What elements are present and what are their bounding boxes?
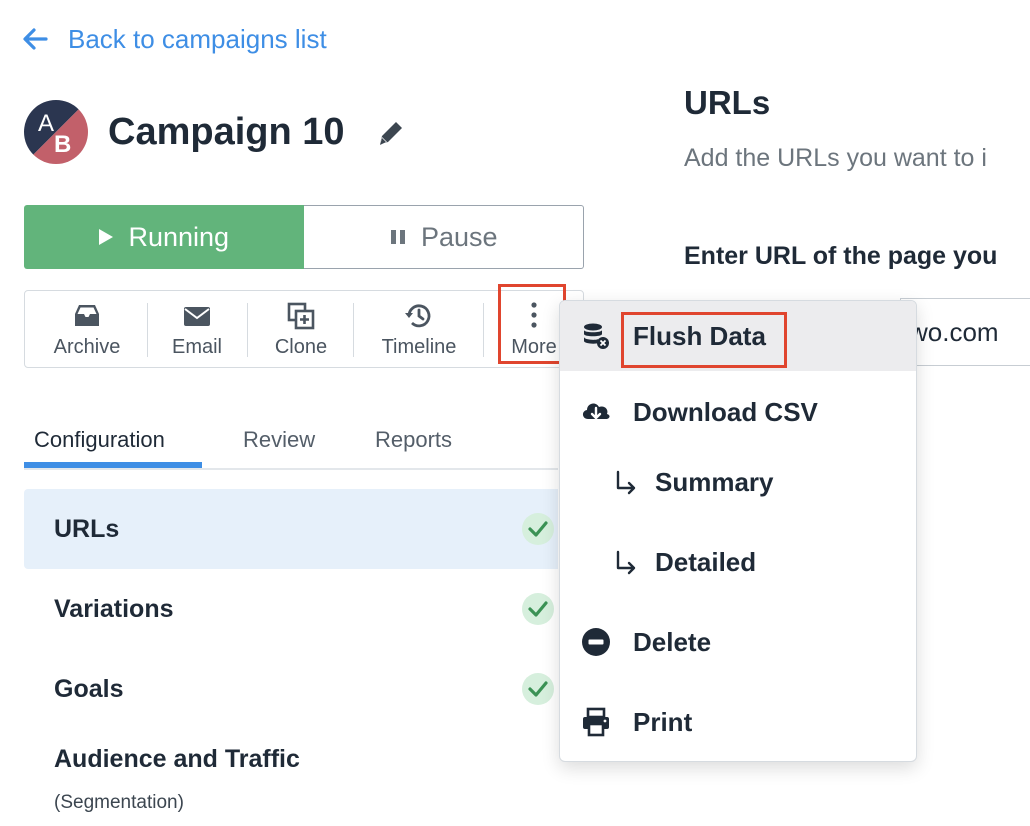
- edit-pencil-icon[interactable]: [374, 116, 408, 150]
- archive-label: Archive: [53, 335, 121, 358]
- printer-icon: [580, 706, 612, 738]
- running-label: Running: [128, 221, 230, 252]
- play-icon: [98, 228, 114, 246]
- menu-item-detailed[interactable]: Detailed: [560, 527, 916, 597]
- history-clock-icon: [405, 303, 431, 327]
- pause-button[interactable]: Pause: [303, 205, 584, 269]
- cloud-download-icon: [580, 396, 612, 428]
- menu-label-delete: Delete: [633, 626, 712, 657]
- flush-data-highlight-box: [621, 312, 787, 368]
- config-label-goals: Goals: [54, 674, 124, 703]
- check-circle-icon: [522, 593, 554, 625]
- config-label-audience: Audience and Traffic: [54, 744, 300, 773]
- archive-icon: [75, 304, 99, 326]
- tab-review[interactable]: Review: [243, 418, 315, 462]
- check-circle-icon: [522, 673, 554, 705]
- arrow-left-icon: [23, 28, 48, 50]
- config-item-urls[interactable]: URLs: [24, 489, 558, 569]
- clone-button[interactable]: Clone: [261, 291, 341, 367]
- menu-item-summary[interactable]: Summary: [560, 447, 916, 517]
- menu-label-detailed: Detailed: [655, 546, 757, 577]
- subitem-arrow-icon: [610, 466, 642, 498]
- config-label-variations: Variations: [54, 594, 174, 623]
- subitem-arrow-icon: [610, 546, 642, 578]
- url-input[interactable]: wo.com: [900, 298, 1030, 366]
- clone-label: Clone: [274, 335, 328, 358]
- email-label: Email: [171, 335, 222, 358]
- panel-title: URLs: [684, 84, 771, 121]
- panel-description: Add the URLs you want to i: [684, 144, 987, 172]
- clone-icon: [287, 302, 315, 329]
- minus-circle-icon: [580, 626, 612, 658]
- back-to-campaigns-link[interactable]: Back to campaigns list: [22, 22, 327, 56]
- config-label-urls: URLs: [54, 514, 120, 543]
- archive-button[interactable]: Archive: [45, 291, 129, 367]
- menu-item-delete[interactable]: Delete: [560, 607, 916, 677]
- campaign-title: Campaign 10: [108, 111, 345, 153]
- email-icon: [184, 306, 210, 326]
- campaign-avatar: A B: [24, 100, 88, 164]
- status-toggle-group: Running Pause: [24, 205, 584, 269]
- running-button[interactable]: Running: [24, 205, 304, 269]
- tab-reports[interactable]: Reports: [375, 418, 452, 462]
- menu-label-summary: Summary: [655, 466, 774, 497]
- timeline-label: Timeline: [381, 335, 457, 358]
- back-link-label: Back to campaigns list: [68, 23, 327, 54]
- email-button[interactable]: Email: [157, 291, 237, 367]
- timeline-button[interactable]: Timeline: [371, 291, 467, 367]
- pause-label: Pause: [420, 221, 498, 252]
- tab-configuration[interactable]: Configuration: [34, 418, 165, 462]
- more-highlight-box: [498, 284, 566, 364]
- database-clear-icon: [580, 320, 612, 352]
- menu-label-download-csv: Download CSV: [633, 396, 818, 427]
- url-field-label: Enter URL of the page you: [684, 242, 998, 270]
- avatar-letter-a: A: [38, 110, 54, 137]
- active-tab-indicator: [24, 462, 202, 468]
- config-audience-sublabel: (Segmentation): [54, 792, 184, 813]
- check-circle-icon: [522, 513, 554, 545]
- more-actions-menu: Flush Data Download CSV Summary Detailed…: [559, 300, 917, 762]
- config-item-variations[interactable]: Variations: [24, 569, 558, 649]
- avatar-letter-b: B: [54, 131, 71, 158]
- menu-item-download-csv[interactable]: Download CSV: [560, 377, 916, 447]
- menu-item-print[interactable]: Print: [560, 687, 916, 757]
- config-item-audience[interactable]: Audience and Traffic: [24, 729, 558, 789]
- menu-label-print: Print: [633, 706, 693, 737]
- campaign-tabs: Configuration Review Reports: [24, 418, 558, 470]
- config-item-goals[interactable]: Goals: [24, 649, 558, 729]
- pause-icon: [389, 228, 407, 246]
